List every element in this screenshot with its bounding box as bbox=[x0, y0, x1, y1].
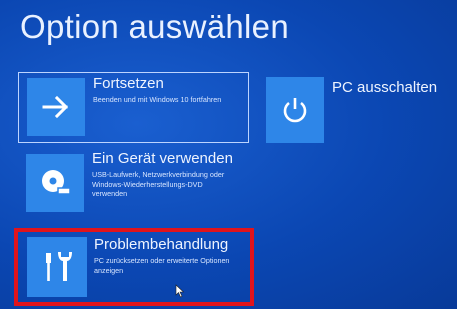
use-device-label: Ein Gerät verwenden bbox=[92, 150, 233, 167]
troubleshoot-description: PC zurücksetzen oder erweiterte Optionen… bbox=[94, 256, 230, 275]
arrow-right-icon bbox=[27, 78, 85, 136]
disc-drive-icon bbox=[26, 154, 84, 212]
continue-option[interactable]: Fortsetzen Beenden und mit Windows 10 fo… bbox=[18, 72, 249, 143]
continue-description: Beenden und mit Windows 10 fortfahren bbox=[93, 95, 222, 104]
mouse-pointer-icon bbox=[175, 284, 185, 303]
shutdown-label: PC ausschalten bbox=[332, 79, 438, 96]
shutdown-option[interactable]: PC ausschalten bbox=[260, 75, 450, 145]
power-icon bbox=[266, 77, 324, 143]
continue-label: Fortsetzen bbox=[93, 75, 164, 92]
use-device-description: USB-Laufwerk, Netzwerkverbindung oder Wi… bbox=[92, 170, 225, 198]
troubleshoot-option[interactable]: Problembehandlung PC zurücksetzen oder e… bbox=[14, 228, 254, 306]
tools-icon bbox=[27, 237, 87, 297]
use-device-option[interactable]: Ein Gerät verwenden USB-Laufwerk, Netzwe… bbox=[18, 148, 249, 219]
page-title: Option auswählen bbox=[20, 8, 289, 45]
troubleshoot-label: Problembehandlung bbox=[94, 236, 229, 253]
